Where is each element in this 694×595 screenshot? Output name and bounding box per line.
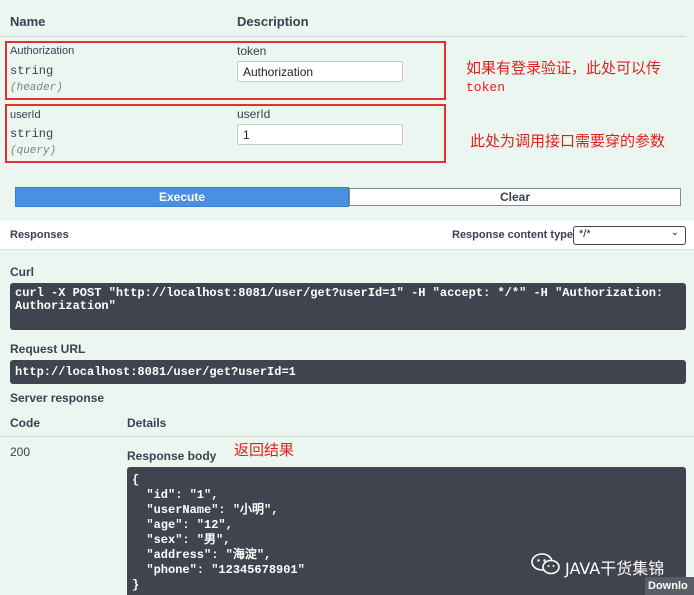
- watermark-text: JAVA干货集锦: [565, 559, 665, 578]
- details-column-header: Details: [127, 416, 167, 430]
- response-body-line: "sex": "男",: [132, 533, 231, 547]
- curl-command-box[interactable]: curl -X POST "http://localhost:8081/user…: [10, 283, 686, 330]
- result-note: 返回结果: [234, 441, 295, 459]
- response-body-label: Response body: [127, 449, 217, 463]
- download-button[interactable]: Downlo: [645, 577, 694, 595]
- response-body-line: "age": "12",: [132, 518, 233, 532]
- params-header-divider: [0, 36, 686, 37]
- select-value: */*: [579, 228, 591, 240]
- responses-divider: [0, 249, 694, 250]
- server-response-divider: [0, 436, 694, 437]
- response-body-line: }: [132, 578, 140, 592]
- query-param-highlight: [5, 104, 446, 163]
- execute-button[interactable]: Execute: [15, 187, 349, 207]
- clear-button[interactable]: Clear: [349, 188, 681, 206]
- response-body-line: "userName": "小明",: [132, 503, 279, 517]
- query-note: 此处为调用接口需要穿的参数: [470, 132, 666, 150]
- header-param-highlight: [5, 41, 446, 100]
- params-col-description: Description: [237, 14, 309, 29]
- code-column-header: Code: [10, 416, 40, 430]
- request-url-label: Request URL: [10, 342, 86, 356]
- response-body-line: {: [132, 473, 140, 487]
- curl-line: Authorization": [15, 299, 116, 313]
- response-content-type-select[interactable]: */* ⌄: [573, 226, 686, 245]
- header-note: 如果有登录验证，此处可以传 token: [466, 59, 662, 95]
- chevron-down-icon: ⌄: [670, 227, 679, 238]
- response-body-line: "id": "1",: [132, 488, 219, 502]
- server-response-label: Server response: [10, 391, 105, 405]
- curl-label: Curl: [10, 265, 34, 279]
- params-col-name: Name: [10, 14, 46, 29]
- response-code: 200: [10, 445, 31, 459]
- responses-title: Responses: [10, 229, 69, 241]
- wechat-icon: [531, 553, 561, 580]
- response-content-type-label: Response content type: [452, 229, 574, 241]
- request-url-box[interactable]: http://localhost:8081/user/get?userId=1: [10, 360, 686, 384]
